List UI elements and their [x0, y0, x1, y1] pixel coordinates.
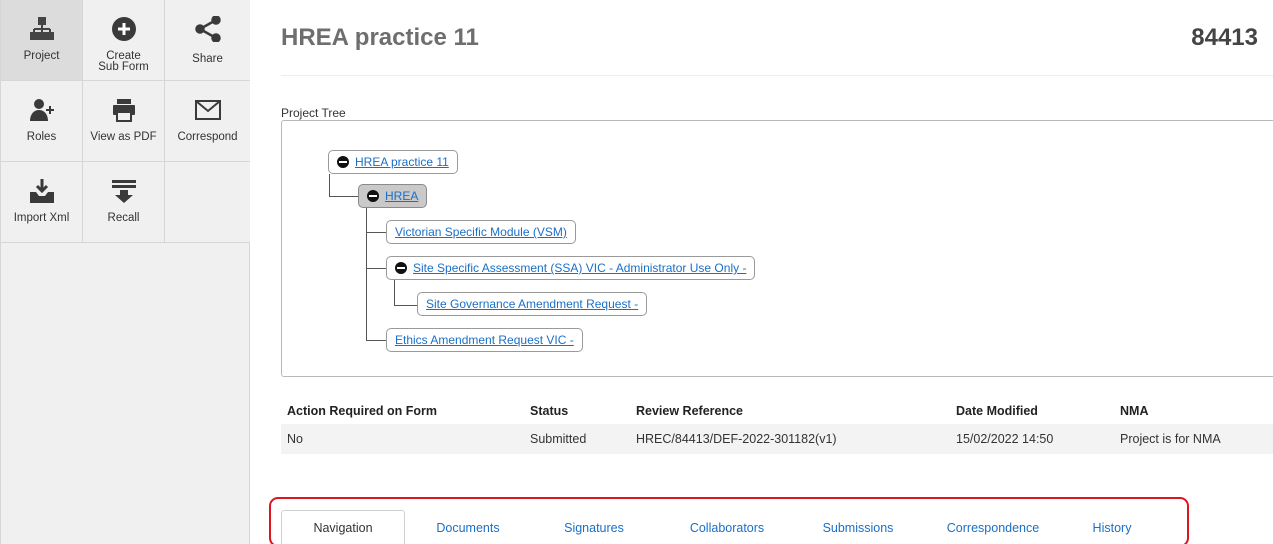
project-tree: HREA practice 11 HREA Victorian Specific… [281, 120, 1273, 377]
collapse-icon[interactable] [367, 190, 379, 202]
tree-node-ethics-amendment[interactable]: Ethics Amendment Request VIC - [386, 328, 583, 352]
recall-button[interactable]: Recall [83, 162, 165, 243]
tree-connector [366, 208, 367, 341]
table-header-row: Action Required on Form Status Review Re… [281, 398, 1273, 424]
tree-node-site-governance[interactable]: Site Governance Amendment Request - [417, 292, 648, 316]
import-xml-button[interactable]: Import Xml [1, 162, 83, 243]
project-id: 84413 [1191, 24, 1258, 51]
table-cell: Project is for NMA [1114, 424, 1273, 454]
column-header: Action Required on Form [287, 404, 437, 418]
tab-documents[interactable]: Documents [405, 511, 531, 544]
column-header: Status [530, 404, 569, 418]
tree-connector [366, 340, 386, 341]
tab-correspondence[interactable]: Correspondence [919, 511, 1067, 544]
tab-history[interactable]: History [1067, 511, 1157, 544]
table-cell: Submitted [524, 424, 630, 454]
tree-node-link[interactable]: Ethics Amendment Request VIC - [395, 333, 574, 347]
correspond-button[interactable]: Correspond [165, 81, 250, 162]
tab-bar: Navigation Documents Signatures Collabor… [281, 509, 1157, 544]
toolbar-empty-slot [165, 162, 250, 243]
table-cell: No [281, 424, 524, 454]
project-tree-label: Project Tree [281, 106, 346, 120]
tab-submissions[interactable]: Submissions [797, 511, 919, 544]
share-button[interactable]: Share [165, 0, 250, 81]
form-info-table: Action Required on Form Status Review Re… [281, 398, 1273, 454]
collapse-icon[interactable] [395, 262, 407, 274]
tree-connector [394, 280, 395, 305]
hierarchy-icon [27, 14, 57, 44]
tree-node-vsm[interactable]: Victorian Specific Module (VSM) [386, 220, 576, 244]
tree-node-link[interactable]: Site Specific Assessment (SSA) VIC - Adm… [413, 261, 746, 275]
tree-node-link[interactable]: HREA practice 11 [355, 155, 449, 169]
tree-connector [366, 232, 386, 233]
tree-node-hrea[interactable]: HREA [358, 184, 428, 208]
printer-icon [109, 95, 139, 125]
page-title: HREA practice 11 [281, 24, 479, 51]
tab-navigation[interactable]: Navigation [281, 510, 405, 544]
tree-connector [394, 305, 417, 306]
tree-node-link[interactable]: Site Governance Amendment Request - [426, 297, 638, 311]
column-header: Review Reference [636, 404, 744, 418]
tree-connector [329, 196, 358, 197]
main-content: HREA practice 11 84413 Project Tree HREA… [250, 0, 1273, 544]
create-sub-form-button-label: Create Sub Form [98, 50, 149, 73]
tree-connector [329, 174, 330, 196]
correspond-button-label: Correspond [177, 131, 238, 143]
recall-button-label: Recall [107, 212, 140, 224]
import-xml-button-label: Import Xml [13, 212, 70, 224]
tree-node-link[interactable]: Victorian Specific Module (VSM) [395, 225, 567, 239]
left-toolbar: Project Create Sub Form Share Roles View… [0, 0, 250, 544]
view-as-pdf-button[interactable]: View as PDF [83, 81, 165, 162]
table-cell: HREC/84413/DEF-2022-301182(v1) [630, 424, 950, 454]
table-row: No Submitted HREC/84413/DEF-2022-301182(… [281, 424, 1273, 454]
add-user-icon [27, 95, 57, 125]
plus-circle-icon [109, 14, 139, 44]
roles-button-label: Roles [26, 131, 57, 143]
share-button-label: Share [192, 53, 223, 65]
recall-icon [109, 176, 139, 206]
title-divider [281, 75, 1273, 76]
column-header: Date Modified [956, 404, 1038, 418]
project-button[interactable]: Project [1, 0, 83, 81]
tree-connector [366, 268, 386, 269]
roles-button[interactable]: Roles [1, 81, 83, 162]
column-header: NMA [1120, 404, 1149, 418]
tree-node-ssa[interactable]: Site Specific Assessment (SSA) VIC - Adm… [386, 256, 756, 280]
import-icon [27, 176, 57, 206]
tab-signatures[interactable]: Signatures [531, 511, 657, 544]
tree-node-root[interactable]: HREA practice 11 [328, 150, 458, 174]
table-cell: 15/02/2022 14:50 [950, 424, 1114, 454]
tree-node-link[interactable]: HREA [385, 189, 418, 203]
envelope-icon [193, 95, 223, 125]
share-icon [193, 14, 223, 44]
view-as-pdf-button-label: View as PDF [90, 131, 157, 143]
create-sub-form-button[interactable]: Create Sub Form [83, 0, 165, 81]
project-button-label: Project [23, 50, 60, 62]
collapse-icon[interactable] [337, 156, 349, 168]
tab-collaborators[interactable]: Collaborators [657, 511, 797, 544]
